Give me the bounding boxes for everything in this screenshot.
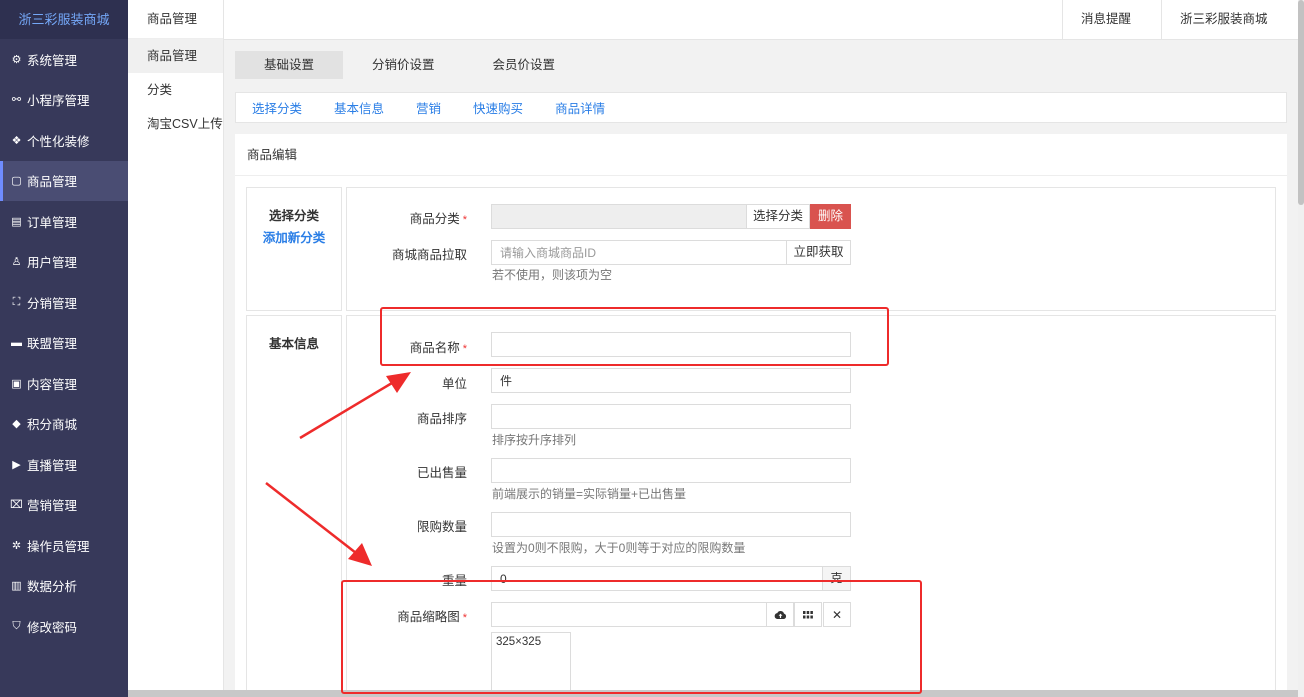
sidebar-item-label: 修改密码 (27, 620, 78, 635)
sidebar-item-label: 直播管理 (27, 458, 78, 473)
anchor-quick-buy[interactable]: 快速购买 (473, 98, 523, 117)
tab-basic-settings[interactable]: 基础设置 (235, 51, 344, 79)
sidebar-item-label: 数据分析 (27, 580, 78, 595)
category-section-body: 商品分类* 选择分类 删除 商城商品拉取 立即获取 若不使用，则该项为空 (346, 187, 1276, 311)
sold-help-text: 前端展示的销量=实际销量+已出售量 (492, 487, 687, 501)
sold-count-input[interactable] (491, 458, 851, 483)
anchor-marketing[interactable]: 营销 (416, 98, 441, 117)
unit-input[interactable] (491, 368, 851, 393)
notification-label: 消息提醒 (1081, 12, 1132, 26)
section-anchor-nav: 选择分类 基本信息 营销 快速购买 商品详情 (235, 92, 1287, 123)
secondary-nav: 商品管理 商品管理 分类 淘宝CSV上传 (128, 0, 224, 697)
shield-icon: ⛉ (12, 619, 21, 632)
category-label: 商品分类 * (409, 212, 467, 226)
vertical-scrollbar[interactable] (1298, 0, 1304, 697)
tab-distribution-price[interactable]: 分销价设置 (343, 51, 464, 79)
purchase-limit-label: 限购数量 (416, 520, 467, 534)
sidebar-item-3[interactable]: ▢ 商品管理 (0, 160, 128, 201)
tab-member-price[interactable]: 会员价设置 (464, 51, 585, 79)
sort-help-text: 排序按升序排列 (492, 433, 577, 447)
sidebar-item-label: 订单管理 (27, 215, 78, 230)
top-bar: 消息提醒 浙三彩服装商城 (224, 0, 1298, 61)
select-category-button[interactable]: 选择分类 (746, 204, 810, 229)
vertical-scrollbar-thumb[interactable] (1298, 0, 1304, 205)
sidebar-item-label: 系统管理 (27, 53, 78, 68)
sidebar-item-1[interactable]: ⚯ 小程序管理 (0, 80, 128, 121)
panel-title: 商品编辑 (235, 134, 1287, 176)
sidebar-item-4[interactable]: ▤ 订单管理 (0, 201, 128, 242)
notification-dropdown[interactable]: 消息提醒 (1062, 0, 1161, 61)
sold-count-label: 已出售量 (416, 466, 467, 480)
store-label: 浙三彩服装商城 (1180, 12, 1268, 26)
sidebar-item-label: 营销管理 (27, 499, 78, 514)
alliance-icon: ▬ (11, 336, 22, 349)
fetch-now-button[interactable]: 立即获取 (786, 240, 851, 265)
limit-help-text: 设置为0则不限购，大于0则等于对应的限购数量 (492, 541, 746, 555)
sidebar-item-13[interactable]: ▥ 数据分析 (0, 566, 128, 607)
chart-icon: ▥ (11, 580, 22, 593)
category-section-title: 选择分类 (268, 209, 319, 223)
sidebar-item-label: 分销管理 (27, 296, 78, 311)
annotation-box-product-name (380, 307, 889, 366)
sidebar-item-0[interactable]: ⚙ 系统管理 (0, 39, 128, 80)
gear-icon: ⚙ (11, 53, 22, 66)
basic-section-title: 基本信息 (268, 337, 319, 351)
cube-icon: ◆ (12, 418, 21, 431)
cog-icon: ✲ (11, 539, 22, 552)
sidebar-item-label: 小程序管理 (27, 94, 90, 109)
play-icon: ▶ (12, 458, 21, 471)
category-section-header: 选择分类 添加新分类 (246, 187, 342, 311)
sidebar-item-7[interactable]: ▬ 联盟管理 (0, 323, 128, 364)
decoration-icon: ❖ (11, 134, 22, 147)
sidebar-item-10[interactable]: ▶ 直播管理 (0, 444, 128, 485)
category-input[interactable] (491, 204, 747, 229)
sidebar-item-label: 用户管理 (27, 256, 78, 271)
sidebar-item-label: 商品管理 (27, 175, 78, 190)
sidebar-item-12[interactable]: ✲ 操作员管理 (0, 525, 128, 566)
sidebar-item-5[interactable]: ♙ 用户管理 (0, 242, 128, 283)
sitemap-icon: ⛶ (12, 295, 21, 308)
sidebar-item-6[interactable]: ⛶ 分销管理 (0, 282, 128, 323)
annotation-box-thumbnail (341, 580, 922, 694)
sort-input[interactable] (491, 404, 851, 429)
sidebar-item-label: 联盟管理 (27, 337, 78, 352)
anchor-select-category[interactable]: 选择分类 (252, 98, 302, 117)
user-icon: ♙ (11, 256, 22, 269)
sidebar-item-8[interactable]: ▣ 内容管理 (0, 363, 128, 404)
store-dropdown[interactable]: 浙三彩服装商城 (1161, 0, 1298, 61)
subnav-item-category[interactable]: 分类 (128, 73, 223, 107)
basic-section-header: 基本信息 (246, 315, 342, 695)
sidebar-item-14[interactable]: ⛉ 修改密码 (0, 606, 128, 647)
link-icon: ⚯ (11, 94, 22, 107)
sidebar-item-11[interactable]: ⌧ 营销管理 (0, 485, 128, 526)
purchase-limit-input[interactable] (491, 512, 851, 537)
settings-tabs: 基础设置 分销价设置 会员价设置 (235, 51, 584, 79)
content-icon: ▣ (11, 377, 22, 390)
sidebar-nav: ⚙ 系统管理 ⚯ 小程序管理 ❖ 个性化装修 ▢ 商品管理 ▤ 订单管理 ♙ 用户管理 ⛶ 分销管理 ▬ 联盟… (0, 39, 128, 647)
unit-label: 单位 (441, 377, 467, 391)
pull-product-label: 商城商品拉取 (391, 248, 467, 262)
product-icon: ▢ (11, 175, 22, 188)
main-sidebar: 浙三彩服装商城 ⚙ 系统管理 ⚯ 小程序管理 ❖ 个性化装修 ▢ 商品管理 ▤ 订单管理 ♙ 用户管理… (0, 0, 128, 697)
sidebar-item-label: 积分商城 (27, 418, 78, 433)
order-icon: ▤ (11, 215, 22, 228)
marketing-icon: ⌧ (10, 499, 23, 512)
subnav-item-taobao-csv[interactable]: 淘宝CSV上传 (128, 107, 223, 141)
add-category-link[interactable]: 添加新分类 (247, 227, 341, 246)
secondary-nav-title: 商品管理 (128, 0, 223, 39)
subnav-item-products[interactable]: 商品管理 (128, 39, 223, 73)
sidebar-item-label: 操作员管理 (27, 539, 90, 554)
sidebar-item-9[interactable]: ◆ 积分商城 (0, 404, 128, 445)
delete-category-button[interactable]: 删除 (810, 204, 851, 229)
pull-help-text: 若不使用，则该项为空 (492, 268, 613, 282)
sidebar-item-2[interactable]: ❖ 个性化装修 (0, 120, 128, 161)
brand-title[interactable]: 浙三彩服装商城 (0, 0, 128, 39)
pull-product-input[interactable] (491, 240, 787, 265)
anchor-basic-info[interactable]: 基本信息 (334, 98, 384, 117)
sort-label: 商品排序 (416, 412, 467, 426)
anchor-product-detail[interactable]: 商品详情 (555, 98, 605, 117)
sidebar-item-label: 内容管理 (27, 377, 78, 392)
sidebar-item-label: 个性化装修 (27, 134, 90, 149)
